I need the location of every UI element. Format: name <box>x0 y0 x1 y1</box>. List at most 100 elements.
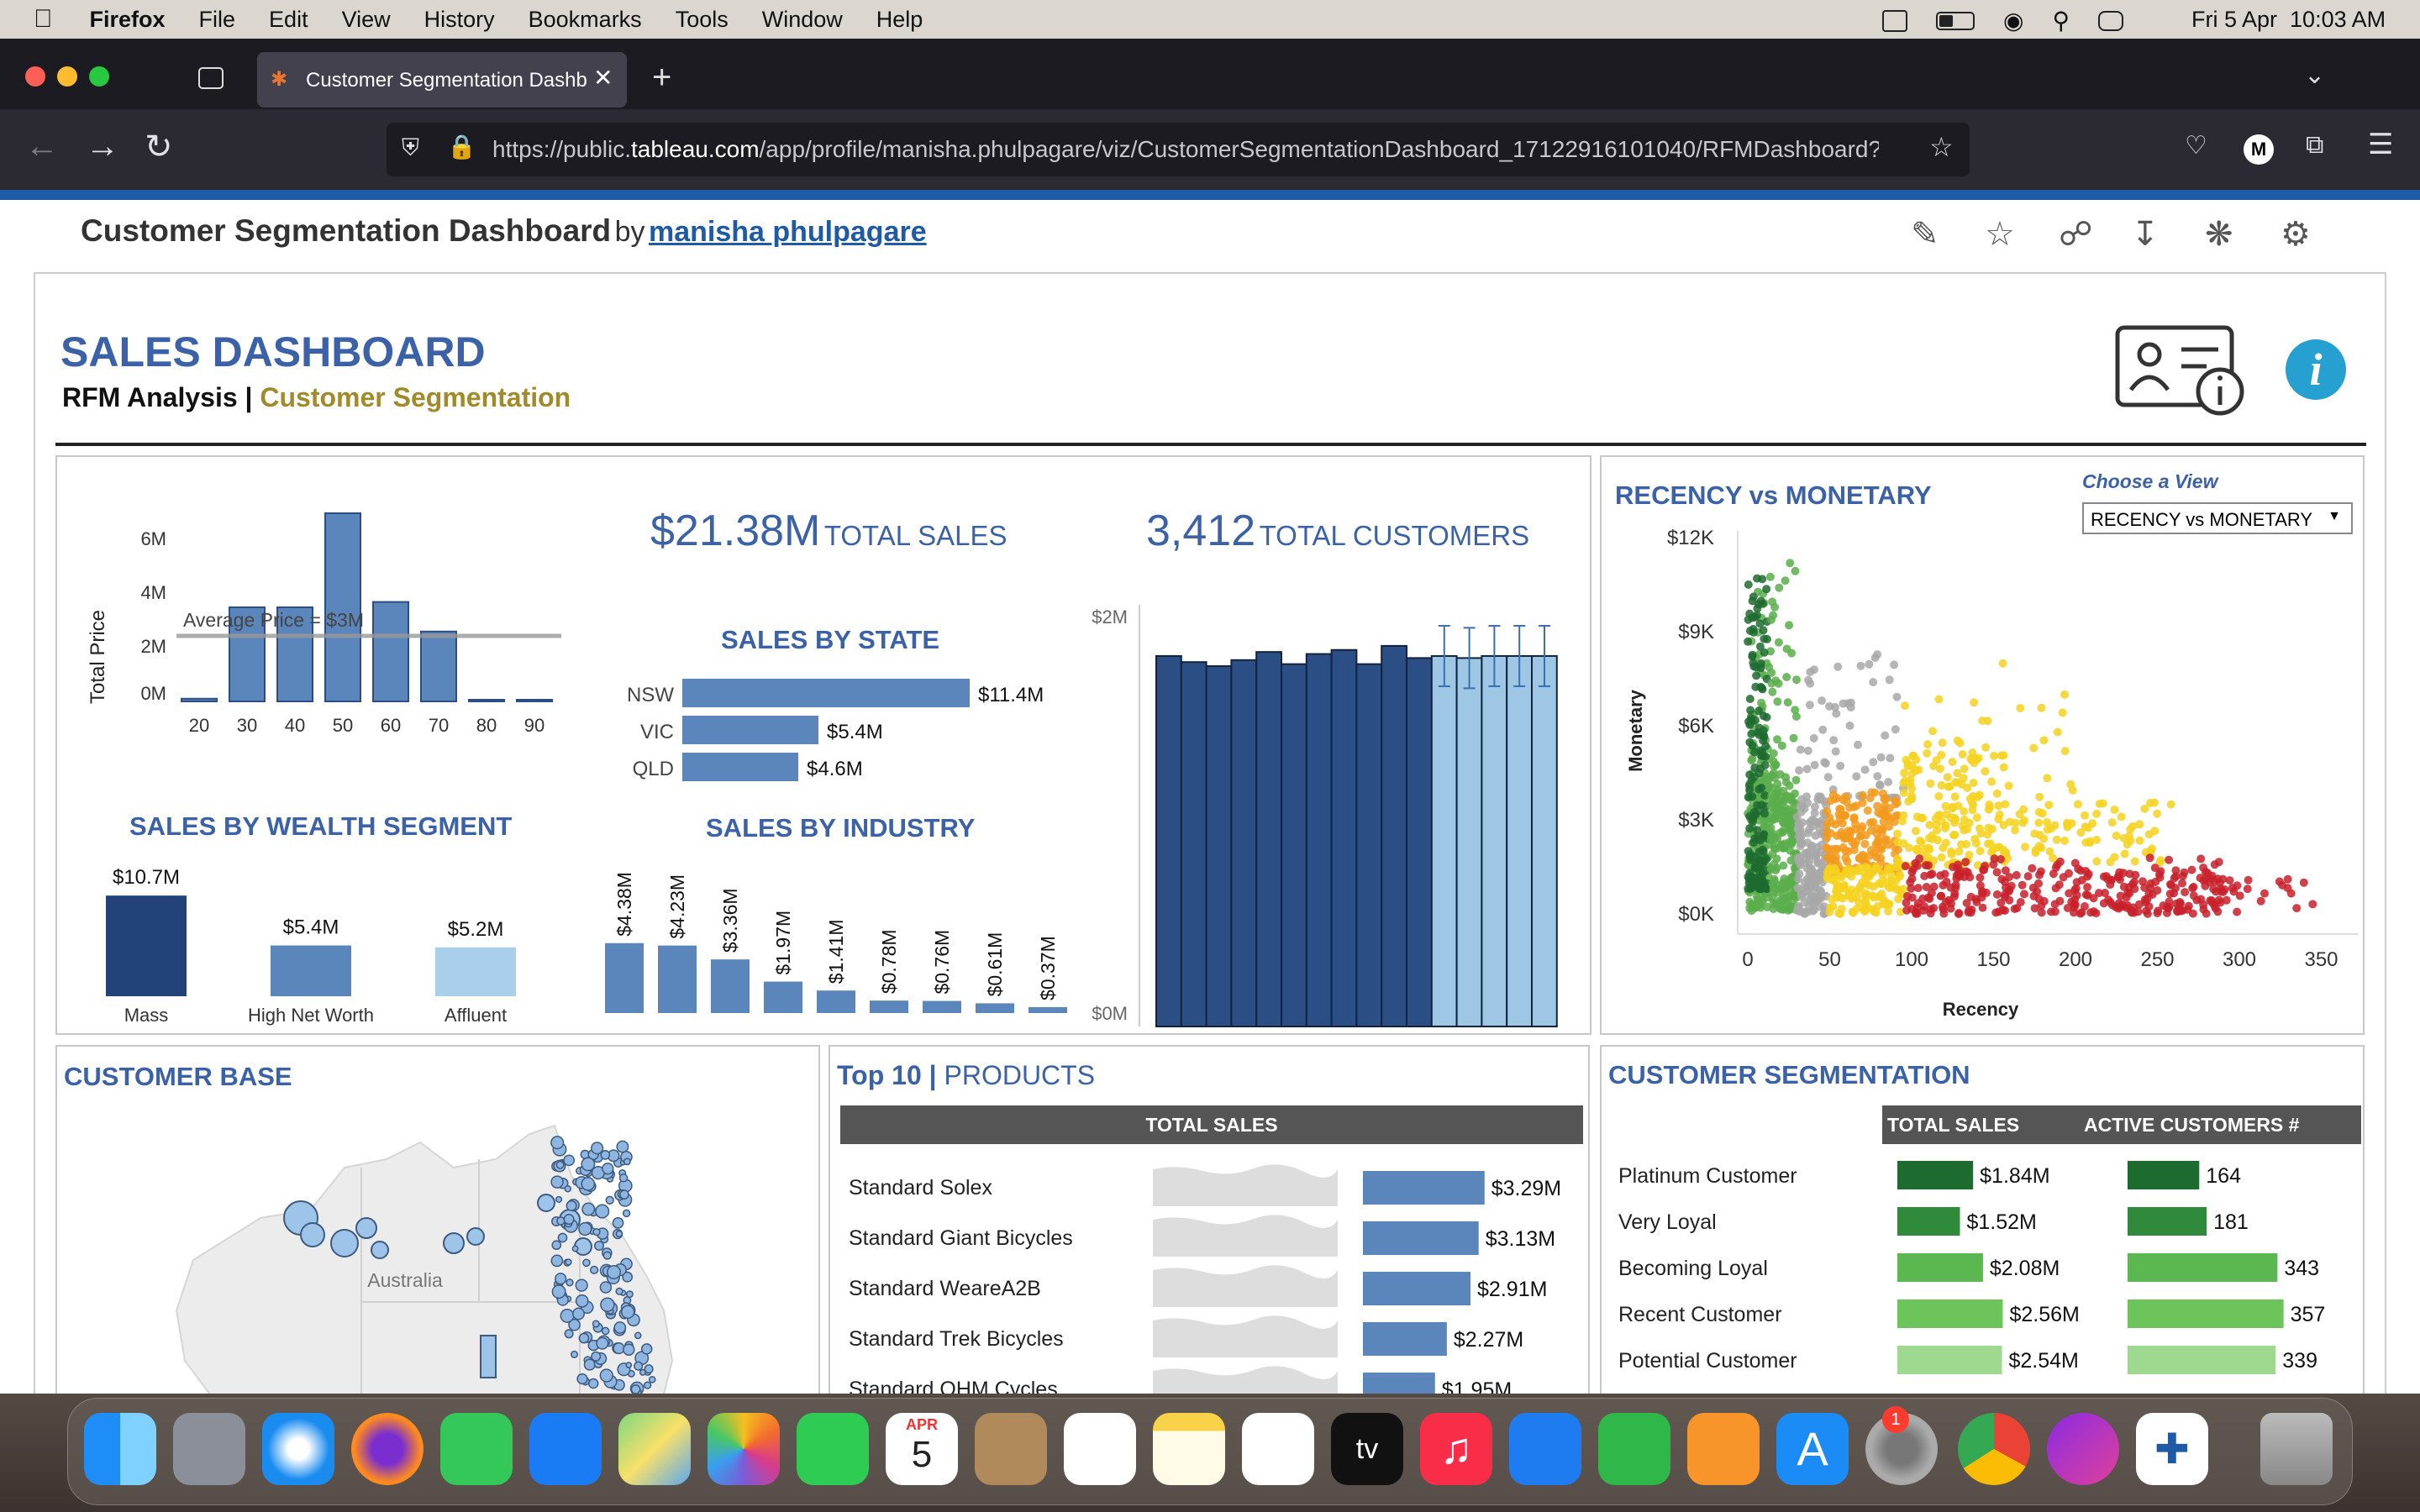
scatter-point <box>2053 727 2062 737</box>
scatter-point <box>1873 772 1882 781</box>
download-icon[interactable]: ↧ <box>2131 215 2160 254</box>
calendar-icon[interactable]: APR 5 <box>886 1413 958 1485</box>
scatter-point <box>2153 809 2162 818</box>
safari-icon[interactable] <box>262 1413 334 1485</box>
scatter-point <box>2153 886 2162 895</box>
mail-icon[interactable] <box>529 1413 602 1485</box>
pages-icon[interactable] <box>1687 1413 1760 1485</box>
industry-bar <box>711 959 750 1013</box>
account-avatar[interactable]: M <box>2244 134 2274 165</box>
menu-bookmarks[interactable]: Bookmarks <box>529 7 642 33</box>
scatter-point <box>2043 817 2052 827</box>
scatter-point <box>1835 804 1844 813</box>
scatter-point <box>2178 879 2186 888</box>
browser-tab-active[interactable]: ✱ Customer Segmentation Dashb ✕ <box>257 52 627 108</box>
new-tab-button[interactable]: + <box>652 59 671 97</box>
hamburger-menu-icon[interactable]: ☰ <box>2368 128 2393 161</box>
music-icon[interactable]: ♫ <box>1420 1413 1492 1485</box>
scatter-point <box>2235 891 2244 900</box>
freeform-icon[interactable] <box>1242 1413 1314 1485</box>
window-minimize-button[interactable] <box>57 66 77 87</box>
back-button[interactable]: ← <box>25 128 59 165</box>
map-region <box>566 1200 577 1211</box>
url-bar[interactable]: ⛨ 🔒 https://public.tableau.com/app/profi… <box>387 123 1970 176</box>
scatter-point <box>1990 751 1998 760</box>
scatter-point <box>1757 801 1766 810</box>
app-status-icon[interactable] <box>1882 9 1907 32</box>
scatter-point <box>1836 909 1844 918</box>
apple-tv-icon[interactable]: tv <box>1331 1413 1403 1485</box>
histogram-yticks: 6M 4M 2M 0M <box>140 528 166 704</box>
scatter-point <box>1791 712 1801 721</box>
extensions-icon[interactable]: ⧉ <box>2306 131 2323 160</box>
scatter-point <box>1965 873 1975 882</box>
scatter-point <box>2292 904 2302 913</box>
monthly-bar <box>1230 659 1258 1027</box>
info-glyph: i <box>2309 344 2323 395</box>
contacts-icon[interactable] <box>975 1413 1047 1485</box>
apple-icon[interactable]:  <box>34 5 53 34</box>
finder-icon[interactable] <box>84 1413 156 1485</box>
scatter-point <box>2178 906 2187 915</box>
badge-icon[interactable]: ❋ <box>2205 215 2233 254</box>
tableau-icon[interactable]: ✚ <box>2136 1413 2208 1485</box>
share-icon[interactable]: ☍ <box>2059 215 2093 254</box>
tab-close-icon[interactable]: ✕ <box>593 64 613 92</box>
settings-gear-icon[interactable]: ⚙ <box>2281 215 2311 254</box>
menubar-clock[interactable]: Fri 5 Apr 10:03 AM <box>2191 7 2386 33</box>
menu-edit[interactable]: Edit <box>269 7 308 33</box>
wealth-bar <box>271 945 351 996</box>
trash-icon[interactable] <box>2260 1413 2333 1485</box>
numbers-icon[interactable] <box>1598 1413 1670 1485</box>
viz-title: Customer Segmentation Dashboard <box>81 213 612 248</box>
menu-tools[interactable]: Tools <box>676 7 729 33</box>
author-link[interactable]: manisha phulpagare <box>649 216 927 248</box>
australia-map[interactable]: Australia <box>59 1109 818 1394</box>
scatter-point <box>2060 836 2070 845</box>
keynote-icon[interactable] <box>1509 1413 1581 1485</box>
chrome-icon[interactable] <box>1958 1413 2030 1485</box>
app-w-icon[interactable] <box>2047 1413 2119 1485</box>
control-center-icon[interactable] <box>2097 10 2123 31</box>
menu-file[interactable]: File <box>199 7 236 33</box>
tab-overview-icon[interactable] <box>198 67 224 89</box>
battery-icon[interactable] <box>1936 11 1975 30</box>
wifi-icon[interactable]: ◉ <box>2003 7 2023 34</box>
spotlight-icon[interactable]: ⚲ <box>2052 7 2070 34</box>
menu-history[interactable]: History <box>424 7 495 33</box>
window-close-button[interactable] <box>25 66 45 87</box>
tab-list-chevron-icon[interactable]: ⌄ <box>2304 60 2325 90</box>
bookmark-star-icon[interactable]: ☆ <box>1929 131 1954 163</box>
scatter-point <box>1769 816 1778 825</box>
facetime-icon[interactable] <box>797 1413 869 1485</box>
lock-icon[interactable]: 🔒 <box>447 133 476 160</box>
reminders-icon[interactable] <box>1064 1413 1136 1485</box>
scatter-point <box>2244 875 2253 885</box>
messages-icon[interactable] <box>440 1413 513 1485</box>
menu-help[interactable]: Help <box>876 7 923 33</box>
edit-icon[interactable]: ✎ <box>1911 215 1939 254</box>
window-zoom-button[interactable] <box>89 66 109 87</box>
launchpad-icon[interactable] <box>173 1413 245 1485</box>
pocket-icon[interactable]: ♡ <box>2185 131 2207 160</box>
firefox-icon[interactable] <box>351 1413 424 1485</box>
scatter-point <box>1841 869 1849 878</box>
menu-window[interactable]: Window <box>762 7 843 33</box>
app-store-icon[interactable]: A <box>1776 1413 1849 1485</box>
shield-icon[interactable]: ⛨ <box>402 134 419 162</box>
scatter-points <box>1744 559 2317 918</box>
info-button[interactable]: i <box>2286 339 2346 400</box>
menu-view[interactable]: View <box>342 7 391 33</box>
wealth-value: $5.4M <box>283 916 339 939</box>
scatter-point <box>1899 811 1908 820</box>
forward-button[interactable]: → <box>86 128 119 165</box>
menu-app[interactable]: Firefox <box>90 7 166 33</box>
notes-icon[interactable] <box>1153 1413 1225 1485</box>
reload-button[interactable]: ↻ <box>145 128 173 166</box>
photos-icon[interactable] <box>708 1413 780 1485</box>
scatter-point <box>1885 804 1894 813</box>
favorite-star-icon[interactable]: ☆ <box>1985 215 2015 254</box>
profile-card-icon[interactable] <box>2114 324 2249 418</box>
scatter-point <box>1908 751 1918 760</box>
maps-icon[interactable] <box>618 1413 691 1485</box>
